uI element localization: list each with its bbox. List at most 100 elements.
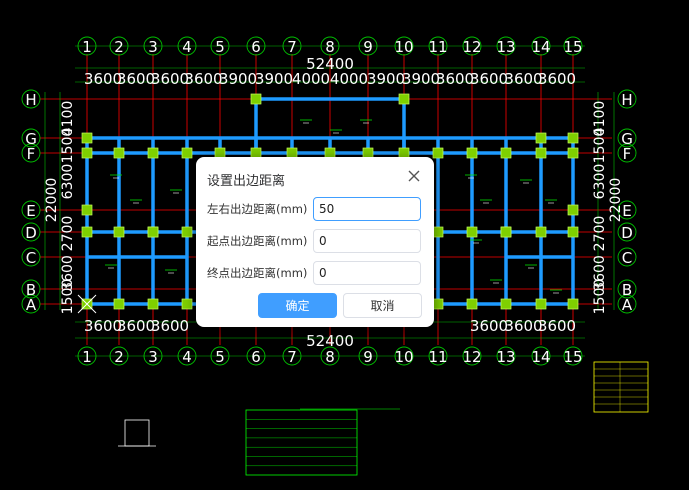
column xyxy=(147,226,159,238)
column xyxy=(81,226,93,238)
axis-label-bottom: 13 xyxy=(496,348,515,366)
top-spacing-label: 3600 xyxy=(184,70,222,88)
axis-label-top: 2 xyxy=(114,38,124,56)
bottom-total-label: 52400 xyxy=(306,332,354,350)
axis-label-bottom: 12 xyxy=(462,348,481,366)
column xyxy=(567,204,579,216)
axis-label-top: 11 xyxy=(428,38,447,56)
left-side-dim: 1500 xyxy=(60,128,76,164)
bottom-spacing-label: 3600 xyxy=(151,317,189,335)
column xyxy=(81,132,93,144)
left-right-edge-label: 左右出边距离(mm) xyxy=(207,202,308,216)
column xyxy=(466,226,478,238)
column xyxy=(432,226,444,238)
axis-label-bottom: 2 xyxy=(114,348,124,366)
axis-label-top: 12 xyxy=(462,38,481,56)
top-spacing-label: 3600 xyxy=(151,70,189,88)
axis-label-top: 9 xyxy=(363,38,373,56)
end-edge-input[interactable] xyxy=(313,261,421,285)
axis-label-right: H xyxy=(621,91,632,109)
column xyxy=(113,226,125,238)
axis-label-top: 6 xyxy=(251,38,261,56)
close-icon[interactable] xyxy=(407,169,421,183)
column xyxy=(181,147,193,159)
top-spacing-label: 3900 xyxy=(367,70,405,88)
left-total-dim: 22000 xyxy=(44,178,60,223)
axis-label-right: F xyxy=(623,145,632,163)
column xyxy=(432,147,444,159)
axis-label-top: 10 xyxy=(394,38,413,56)
column xyxy=(535,226,547,238)
column xyxy=(81,204,93,216)
column xyxy=(567,298,579,310)
axis-label-bottom: 5 xyxy=(215,348,225,366)
column xyxy=(250,93,262,105)
axis-label-left: D xyxy=(25,224,37,242)
column xyxy=(535,132,547,144)
axis-label-bottom: 7 xyxy=(287,348,297,366)
axis-label-top: 13 xyxy=(496,38,515,56)
left-right-edge-row: 左右出边距离(mm) xyxy=(207,197,423,221)
column xyxy=(113,298,125,310)
column xyxy=(81,147,93,159)
top-spacing-label: 3600 xyxy=(470,70,508,88)
left-side-dim: 6300 xyxy=(60,164,76,200)
top-total-label: 52400 xyxy=(306,55,354,73)
column xyxy=(181,298,193,310)
column xyxy=(567,147,579,159)
left-right-edge-input[interactable] xyxy=(313,197,421,221)
column xyxy=(147,147,159,159)
column xyxy=(535,147,547,159)
left-side-dim: 1500 xyxy=(60,279,76,315)
axis-label-left: C xyxy=(26,249,36,267)
end-edge-label: 终点出边距离(mm) xyxy=(207,266,308,280)
axis-label-right: C xyxy=(622,249,632,267)
confirm-button[interactable]: 确定 xyxy=(258,293,337,318)
axis-label-left: E xyxy=(26,202,35,220)
axis-label-bottom: 8 xyxy=(325,348,335,366)
axis-label-bottom: 10 xyxy=(394,348,413,366)
axis-label-bottom: 1 xyxy=(82,348,92,366)
right-side-dim: 1500 xyxy=(592,279,608,315)
top-spacing-label: 3600 xyxy=(117,70,155,88)
left-side-dim: 2700 xyxy=(60,216,76,252)
axis-label-bottom: 9 xyxy=(363,348,373,366)
bottom-spacing-label: 3600 xyxy=(504,317,542,335)
top-spacing-label: 3600 xyxy=(538,70,576,88)
start-edge-label: 起点出边距离(mm) xyxy=(207,234,308,248)
axis-label-left: A xyxy=(26,296,37,314)
column xyxy=(398,93,410,105)
axis-label-left: F xyxy=(27,145,36,163)
right-side-dim: 6300 xyxy=(592,164,608,200)
column xyxy=(147,298,159,310)
axis-label-right: D xyxy=(621,224,633,242)
column xyxy=(113,147,125,159)
right-side-dim: 1500 xyxy=(592,128,608,164)
axis-label-bottom: 6 xyxy=(251,348,261,366)
start-edge-row: 起点出边距离(mm) xyxy=(207,229,423,253)
top-spacing-label: 3900 xyxy=(402,70,440,88)
axis-label-bottom: 3 xyxy=(148,348,158,366)
axis-label-top: 3 xyxy=(148,38,158,56)
axis-label-bottom: 4 xyxy=(182,348,192,366)
axis-label-right: A xyxy=(622,296,633,314)
cancel-button[interactable]: 取消 xyxy=(343,293,422,318)
right-total-dim: 22000 xyxy=(608,178,624,223)
column xyxy=(466,298,478,310)
bottom-spacing-label: 3600 xyxy=(470,317,508,335)
axis-label-top: 1 xyxy=(82,38,92,56)
axis-label-bottom: 14 xyxy=(531,348,550,366)
top-spacing-label: 3900 xyxy=(219,70,257,88)
column xyxy=(181,226,193,238)
column xyxy=(432,298,444,310)
start-edge-input[interactable] xyxy=(313,229,421,253)
axis-label-bottom: 11 xyxy=(428,348,447,366)
axis-label-top: 4 xyxy=(182,38,192,56)
axis-label-top: 7 xyxy=(287,38,297,56)
axis-label-bottom: 15 xyxy=(563,348,582,366)
top-spacing-label: 3900 xyxy=(255,70,293,88)
column xyxy=(466,147,478,159)
column xyxy=(535,298,547,310)
top-spacing-label: 3600 xyxy=(504,70,542,88)
column xyxy=(567,226,579,238)
